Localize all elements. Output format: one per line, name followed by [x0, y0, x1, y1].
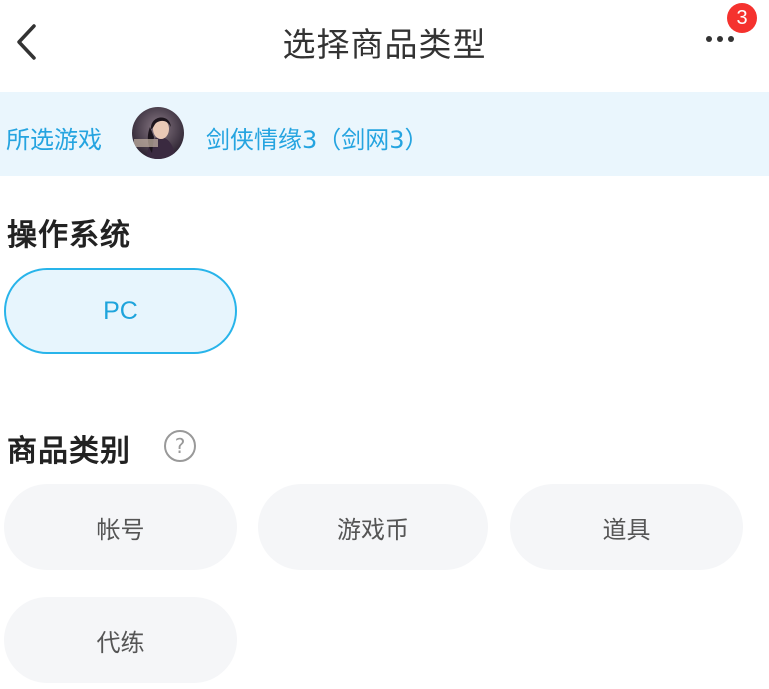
category-section-title: 商品类别	[7, 434, 131, 469]
category-option-leveling[interactable]: 代练	[4, 597, 237, 683]
question-circle-icon[interactable]: ?	[164, 430, 196, 462]
category-option-account[interactable]: 帐号	[4, 484, 237, 570]
selected-game-name[interactable]: 剑侠情缘3（剑网3）	[206, 120, 429, 155]
page-title: 选择商品类型	[282, 25, 487, 64]
category-option-item[interactable]: 道具	[510, 484, 743, 570]
category-option-game-currency[interactable]: 游戏币	[258, 484, 488, 570]
header-bar: 选择商品类型 3	[0, 0, 769, 88]
os-section-title: 操作系统	[7, 218, 131, 253]
notification-badge: 3	[727, 3, 757, 33]
selected-game-label: 所选游戏	[6, 126, 102, 154]
game-avatar	[132, 107, 184, 159]
os-option-pc[interactable]: PC	[4, 268, 237, 354]
more-horizontal-icon	[706, 36, 734, 42]
